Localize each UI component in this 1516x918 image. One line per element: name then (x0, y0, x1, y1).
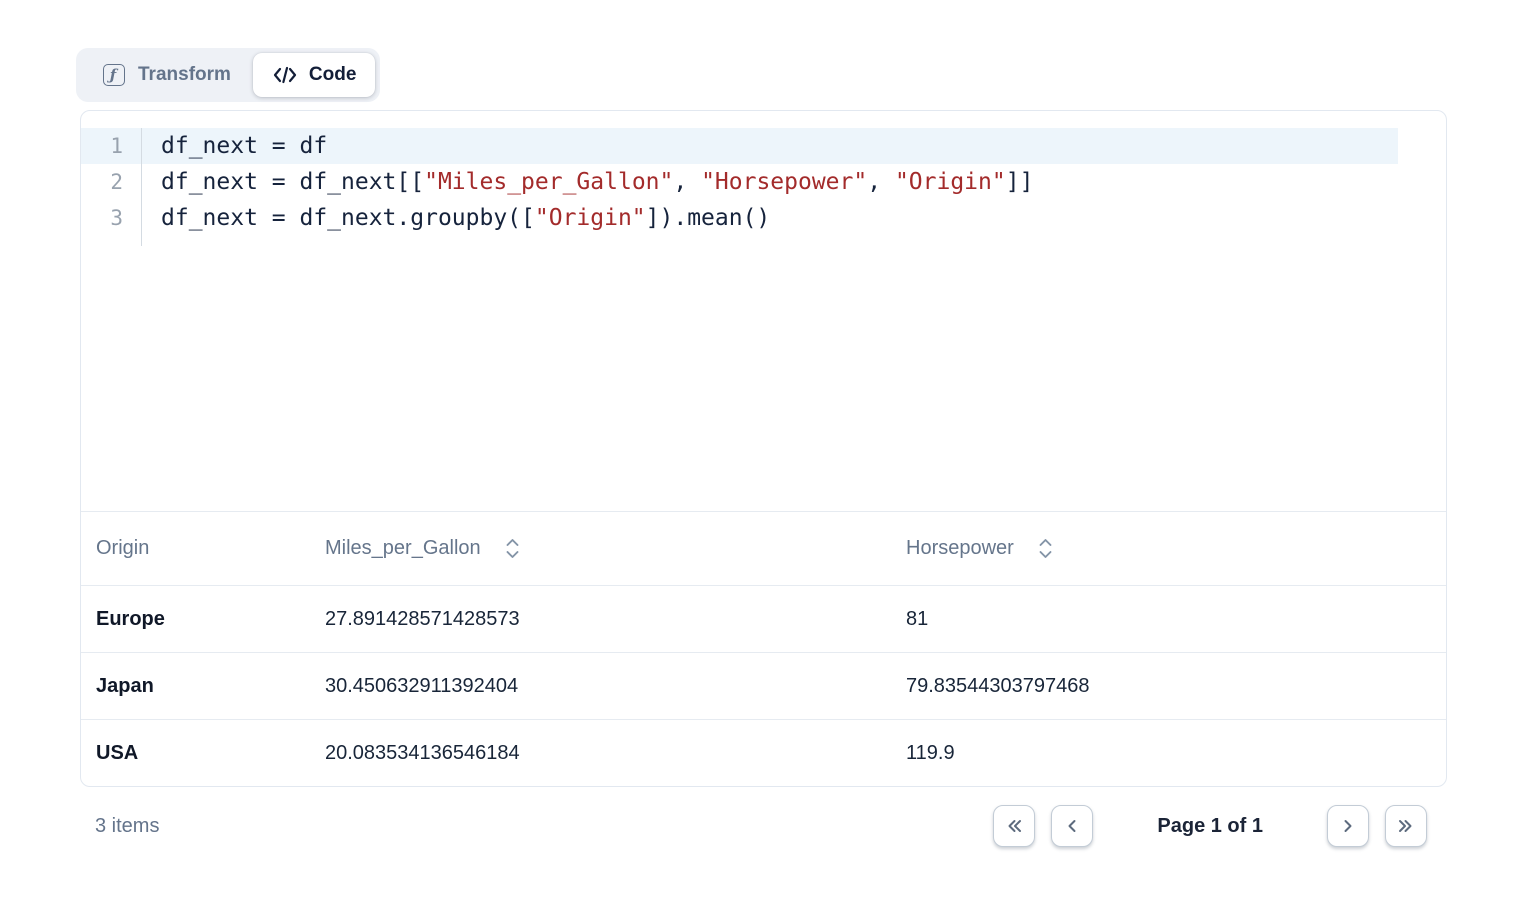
code-icon (272, 65, 298, 85)
first-page-button[interactable] (993, 805, 1035, 847)
chevron-right-icon (1336, 814, 1360, 838)
code-line-text: df_next = df_next.groupby(["Origin"]).me… (142, 200, 1446, 236)
double-chevron-right-icon (1394, 814, 1418, 838)
table-header-row: Origin Miles_per_Gallon Horsepower (81, 512, 1446, 586)
column-label: Miles_per_Gallon (325, 537, 481, 560)
code-editor[interactable]: 1 df_next = df 2 df_next = df_next[["Mil… (81, 111, 1446, 512)
cell-horsepower: 79.83544303797468 (906, 675, 1431, 698)
tab-code[interactable]: Code (253, 53, 376, 97)
result-table: Origin Miles_per_Gallon Horsepower (81, 512, 1446, 787)
table-row[interactable]: Japan 30.450632911392404 79.835443037974… (81, 653, 1446, 720)
sort-icon[interactable] (1037, 537, 1054, 560)
editor-line-3[interactable]: 3 df_next = df_next.groupby(["Origin"]).… (81, 200, 1446, 236)
table-row[interactable]: USA 20.083534136546184 119.9 (81, 720, 1446, 787)
function-icon: ƒ (103, 64, 125, 86)
page-indicator: Page 1 of 1 (1157, 815, 1263, 838)
column-header-horsepower[interactable]: Horsepower (906, 537, 1431, 560)
code-line-text: df_next = df_next[["Miles_per_Gallon", "… (142, 164, 1446, 200)
editor-line-1[interactable]: 1 df_next = df (81, 128, 1398, 164)
pager: Page 1 of 1 (993, 805, 1427, 847)
line-number: 3 (81, 200, 142, 236)
editor-gutter-filler (81, 236, 1446, 246)
cell-miles-per-gallon: 20.083534136546184 (325, 742, 906, 765)
cell-miles-per-gallon: 27.891428571428573 (325, 608, 906, 631)
sort-icon[interactable] (504, 537, 521, 560)
column-header-miles-per-gallon[interactable]: Miles_per_Gallon (325, 537, 906, 560)
column-label: Origin (96, 537, 149, 560)
code-line-text: df_next = df (142, 128, 1398, 164)
tab-code-label: Code (309, 64, 357, 86)
pagination-bar: 3 items Page 1 of 1 (80, 805, 1447, 847)
cell-horsepower: 81 (906, 608, 1431, 631)
column-label: Horsepower (906, 537, 1014, 560)
tab-transform[interactable]: ƒ Transform (81, 53, 253, 97)
cell-horsepower: 119.9 (906, 742, 1431, 765)
tab-transform-label: Transform (138, 64, 231, 86)
cell-miles-per-gallon: 30.450632911392404 (325, 675, 906, 698)
result-panel: 1 df_next = df 2 df_next = df_next[["Mil… (80, 110, 1447, 787)
cell-origin: Europe (96, 608, 325, 631)
cell-origin: Japan (96, 675, 325, 698)
previous-page-button[interactable] (1051, 805, 1093, 847)
view-tabs: ƒ Transform Code (76, 48, 380, 102)
table-row[interactable]: Europe 27.891428571428573 81 (81, 586, 1446, 653)
data-wrangler-view: ƒ Transform Code 1 df_next = df 2 df_ne (0, 0, 1516, 918)
double-chevron-left-icon (1002, 814, 1026, 838)
cell-origin: USA (96, 742, 325, 765)
line-number: 1 (81, 128, 142, 164)
editor-line-2[interactable]: 2 df_next = df_next[["Miles_per_Gallon",… (81, 164, 1446, 200)
next-page-button[interactable] (1327, 805, 1369, 847)
chevron-left-icon (1060, 814, 1084, 838)
items-count: 3 items (80, 815, 159, 838)
column-header-origin[interactable]: Origin (96, 537, 325, 560)
line-number: 2 (81, 164, 142, 200)
last-page-button[interactable] (1385, 805, 1427, 847)
